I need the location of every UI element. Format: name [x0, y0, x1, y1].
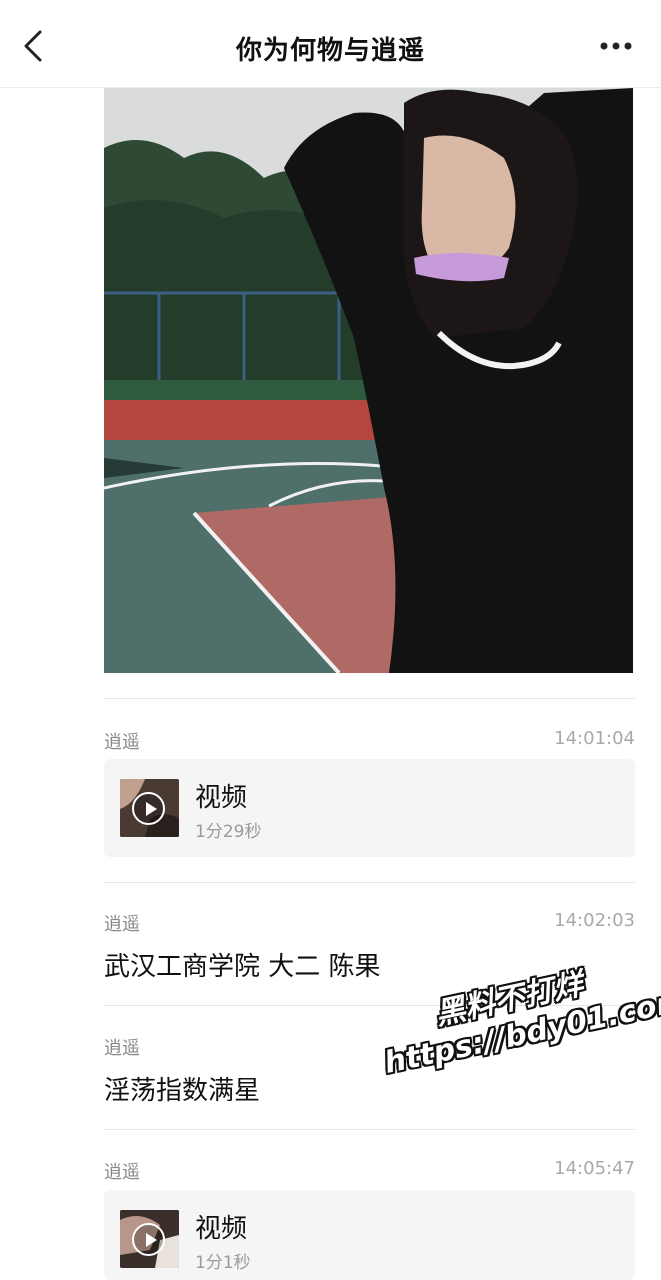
video-thumbnail	[120, 1210, 179, 1268]
divider	[104, 882, 635, 883]
sender-name: 逍遥	[104, 732, 140, 753]
page-title: 你为何物与逍遥	[235, 36, 425, 66]
divider	[104, 698, 635, 699]
video-title: 视频	[195, 1214, 248, 1244]
divider	[104, 1129, 635, 1130]
play-icon	[132, 1223, 165, 1256]
chat-header: 你为何物与逍遥	[0, 0, 661, 88]
message-time: 14:05:47	[554, 1158, 635, 1179]
sender-name: 逍遥	[104, 1162, 140, 1183]
message-time: 14:01:04	[554, 728, 635, 749]
video-title: 视频	[195, 783, 248, 813]
video-thumbnail	[120, 779, 179, 837]
video-duration: 1分29秒	[195, 822, 262, 842]
play-icon	[132, 792, 165, 825]
video-card[interactable]: 视频 1分29秒	[104, 759, 635, 857]
more-horizontal-icon[interactable]	[599, 36, 633, 56]
shared-photo[interactable]	[104, 88, 633, 673]
message-text: 淫荡指数满星	[104, 1076, 261, 1106]
sender-name: 逍遥	[104, 914, 140, 935]
watermark: 黑料不打烊 https://bdy01.com	[360, 933, 661, 1103]
video-duration: 1分1秒	[195, 1253, 251, 1273]
message-time: 14:02:03	[554, 910, 635, 931]
video-card[interactable]: 视频 1分1秒	[104, 1190, 635, 1280]
sender-name: 逍遥	[104, 1038, 140, 1059]
message-text: 武汉工商学院 大二 陈果	[104, 952, 381, 982]
